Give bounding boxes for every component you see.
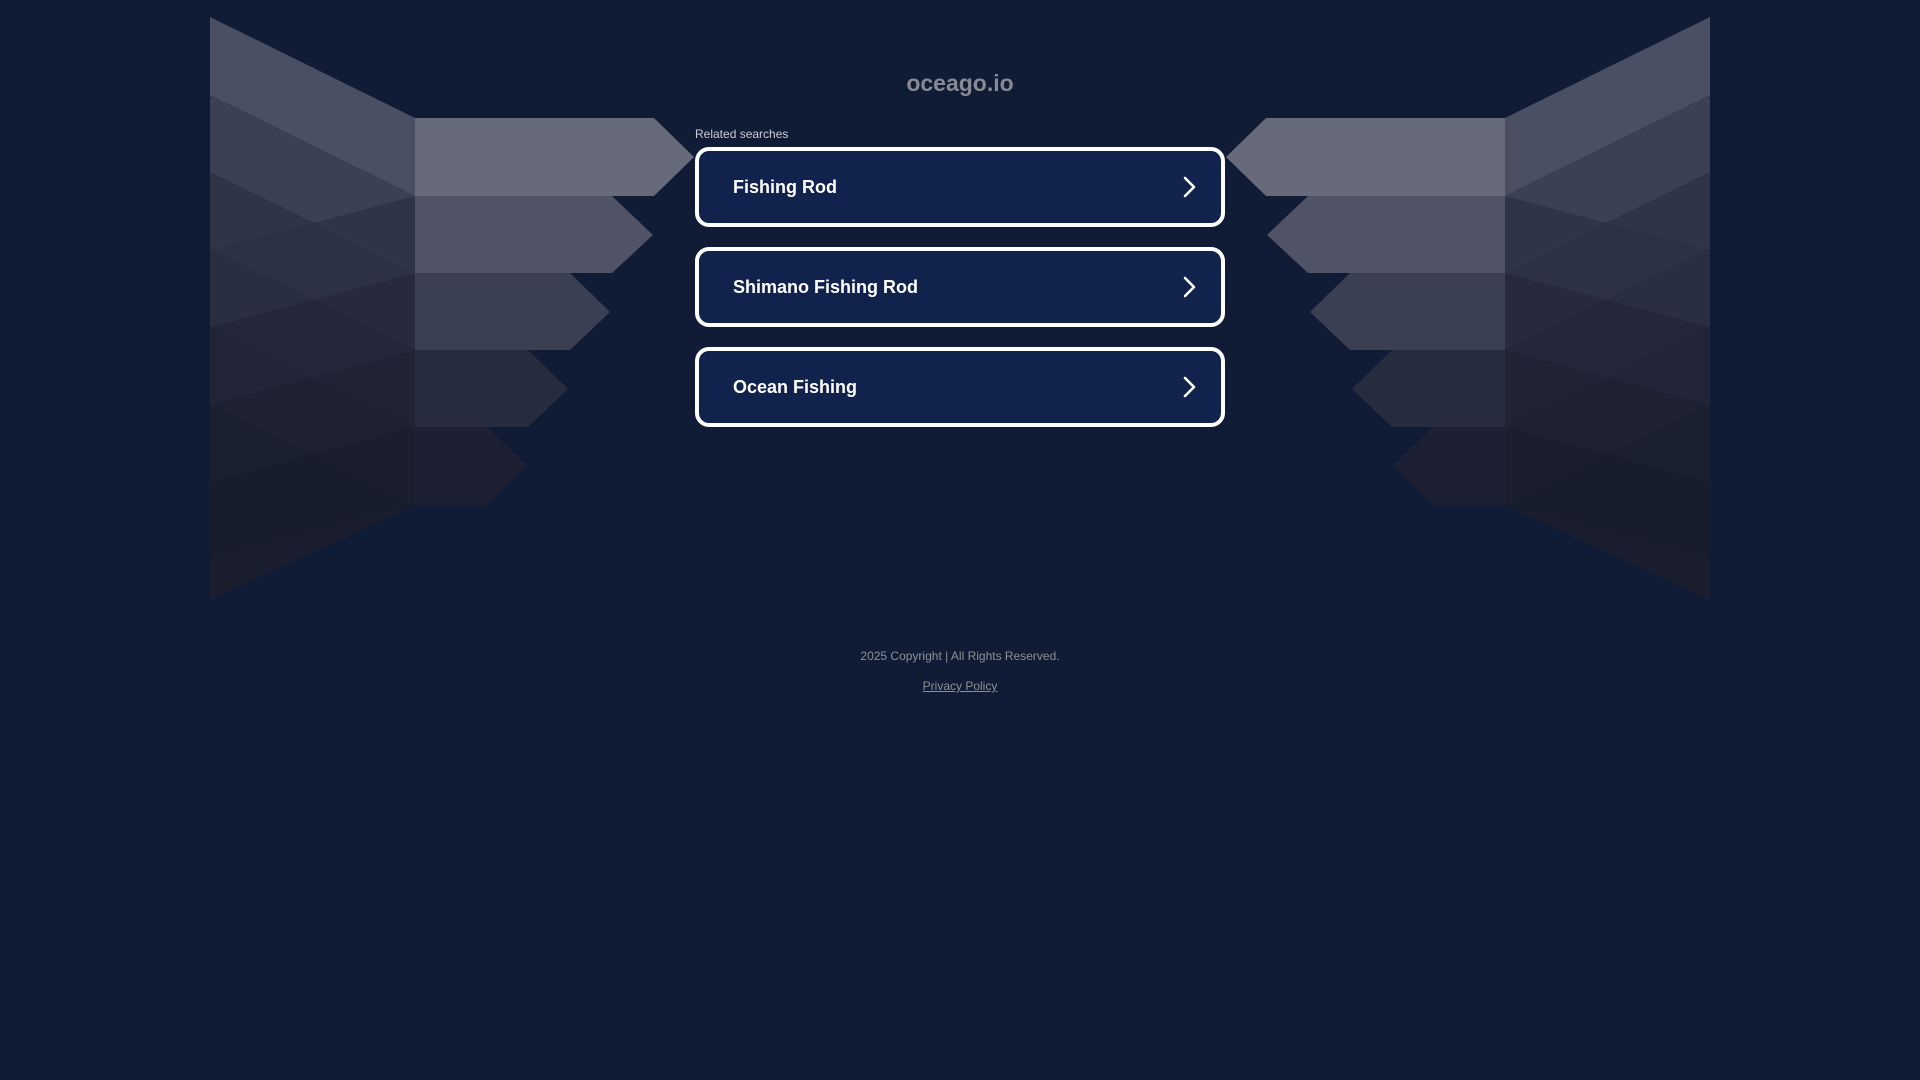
parked-domain-page: oceago.io Related searches Fishing Rod S… bbox=[0, 0, 1920, 1080]
privacy-policy-link[interactable]: Privacy Policy bbox=[923, 679, 998, 693]
copyright-text: 2025 Copyright | All Rights Reserved. bbox=[860, 649, 1060, 663]
related-search-ocean-fishing[interactable]: Ocean Fishing bbox=[695, 347, 1225, 427]
chevron-right-icon bbox=[1183, 176, 1196, 198]
related-search-label: Fishing Rod bbox=[733, 177, 837, 197]
chevron-right-icon bbox=[1183, 276, 1196, 298]
related-search-shimano-fishing-rod[interactable]: Shimano Fishing Rod bbox=[695, 247, 1225, 327]
related-searches-label: Related searches bbox=[695, 127, 789, 141]
related-search-label: Shimano Fishing Rod bbox=[733, 277, 918, 297]
related-searches-list: Fishing Rod Shimano Fishing Rod Ocean Fi… bbox=[695, 147, 1225, 447]
related-search-fishing-rod[interactable]: Fishing Rod bbox=[695, 147, 1225, 227]
related-search-label: Ocean Fishing bbox=[733, 377, 858, 397]
domain-title: oceago.io bbox=[906, 70, 1014, 96]
chevron-right-icon bbox=[1183, 376, 1196, 398]
privacy-policy-container: Privacy Policy bbox=[0, 679, 1920, 693]
